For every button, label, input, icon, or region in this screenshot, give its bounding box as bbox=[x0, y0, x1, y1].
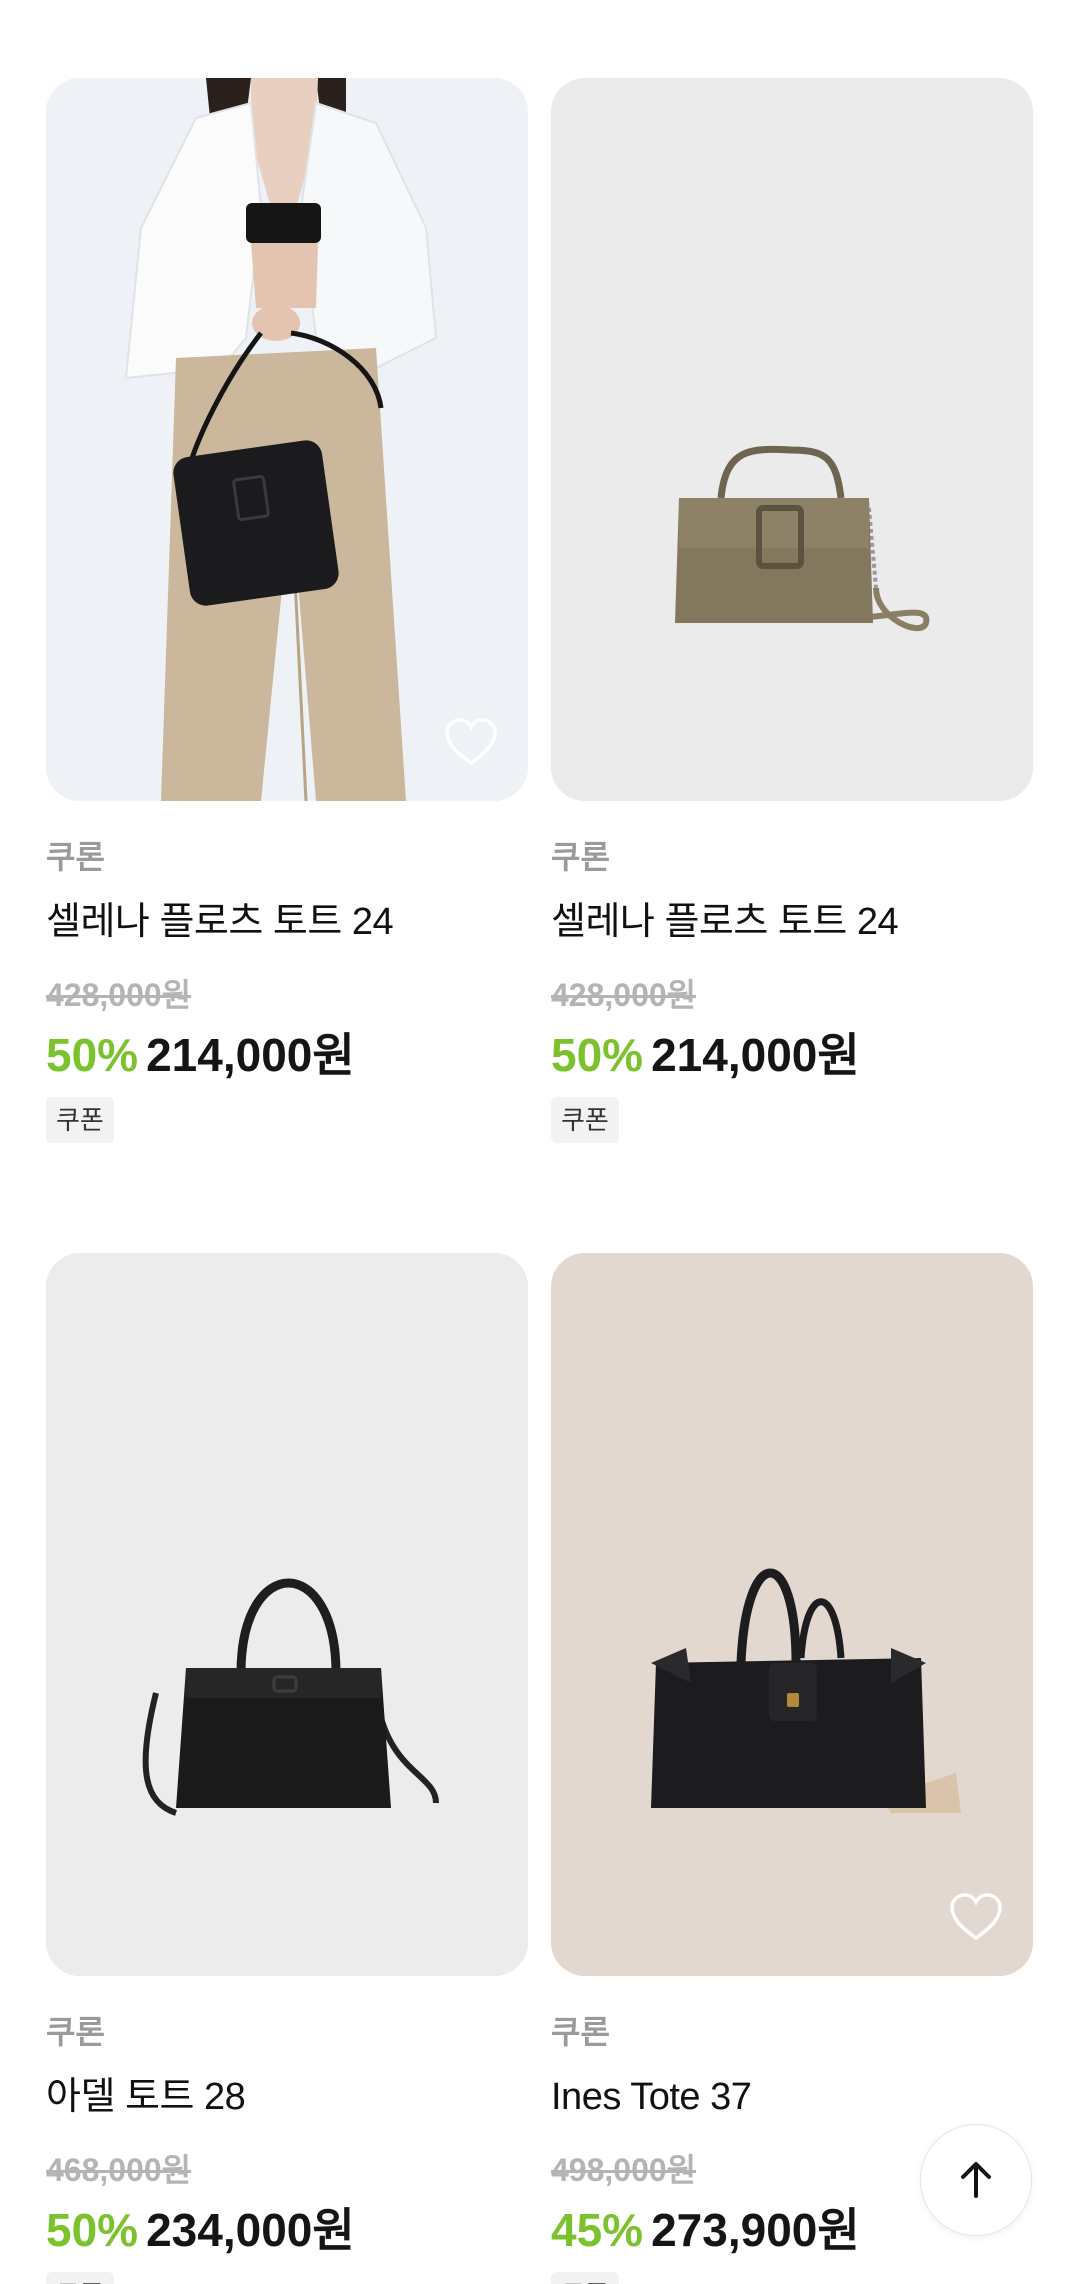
product-card[interactable]: 쿠론 셀레나 플로츠 토트 24 428,000원 50% 214,000원 쿠폰 bbox=[551, 78, 1033, 1143]
original-price: 468,000원 bbox=[46, 2152, 192, 2188]
product-brand: 쿠론 bbox=[551, 839, 610, 875]
price-line: 50% 214,000원 bbox=[46, 1027, 528, 1083]
sale-price: 234,000원 bbox=[146, 2204, 355, 2256]
product-image[interactable] bbox=[551, 78, 1033, 801]
product-name[interactable]: 셀레나 플로츠 토트 24 bbox=[46, 899, 528, 945]
coupon-badge: 쿠폰 bbox=[46, 1097, 114, 1143]
product-image[interactable] bbox=[46, 78, 528, 801]
price-line: 50% 234,000원 bbox=[46, 2202, 528, 2258]
product-name[interactable]: 셀레나 플로츠 토트 24 bbox=[551, 899, 1033, 945]
scroll-to-top-button[interactable] bbox=[920, 2124, 1032, 2236]
product-card[interactable]: 쿠론 아델 토트 28 468,000원 50%234,000원 쿠폰 bbox=[46, 1253, 528, 2284]
khaki-bag-photo bbox=[551, 78, 1033, 801]
sale-price: 273,900원 bbox=[651, 2204, 860, 2256]
discount-rate: 50% bbox=[46, 1029, 139, 1081]
product-grid: 쿠론 셀레나 플로츠 토트 24 428,000원 50% 214,000원 쿠폰 bbox=[0, 0, 1080, 2284]
discount-rate: 45% bbox=[551, 2204, 644, 2256]
coupon-badge: 쿠폰 bbox=[551, 2272, 619, 2284]
price-line: 50% 214,000원 bbox=[551, 1027, 1033, 1083]
heart-icon[interactable] bbox=[949, 1892, 1003, 1942]
product-brand: 쿠론 bbox=[46, 839, 105, 875]
discount-rate: 50% bbox=[551, 1029, 644, 1081]
original-price: 428,000원 bbox=[46, 977, 192, 1013]
product-image[interactable] bbox=[46, 1253, 528, 1976]
sale-price: 214,000원 bbox=[146, 1029, 355, 1081]
black-tote-beige-photo bbox=[551, 1253, 1033, 1976]
product-name[interactable]: 아델 토트 28 bbox=[46, 2074, 528, 2120]
product-image[interactable] bbox=[551, 1253, 1033, 1976]
discount-rate: 50% bbox=[46, 2204, 139, 2256]
product-brand: 쿠론 bbox=[46, 2014, 105, 2050]
coupon-badge: 쿠폰 bbox=[551, 1097, 619, 1143]
product-brand: 쿠론 bbox=[551, 2014, 610, 2050]
original-price: 428,000원 bbox=[551, 977, 697, 1013]
product-card[interactable]: 쿠론 셀레나 플로츠 토트 24 428,000원 50% 214,000원 쿠폰 bbox=[46, 78, 528, 1143]
heart-icon[interactable] bbox=[444, 717, 498, 767]
arrow-up-icon bbox=[961, 2162, 991, 2198]
product-name[interactable]: Ines Tote 37 bbox=[551, 2074, 1033, 2120]
model-photo bbox=[46, 78, 528, 801]
sale-price: 214,000원 bbox=[651, 1029, 860, 1081]
coupon-badge: 쿠폰 bbox=[46, 2272, 114, 2284]
black-tote-photo bbox=[46, 1253, 528, 1976]
